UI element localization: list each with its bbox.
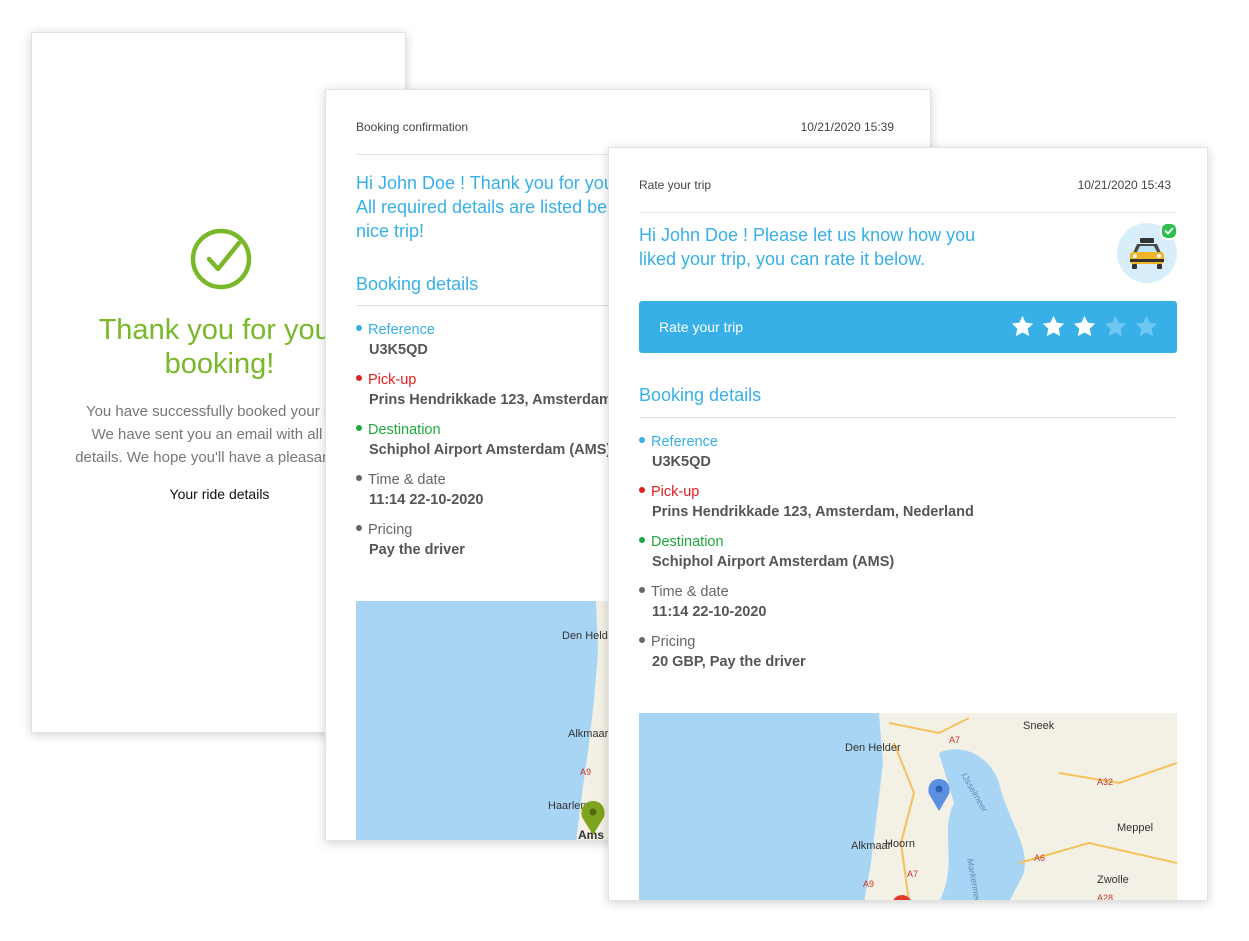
detail-value: Pay the driver <box>369 542 465 558</box>
rate-section-divider <box>639 417 1177 418</box>
detail-value: Schiphol Airport Amsterdam (AMS) <box>652 554 895 570</box>
detail-value: U3K5QD <box>369 342 428 358</box>
map-label: A32 <box>1097 777 1113 787</box>
rate-trip-card: Rate your trip 10/21/2020 15:43 Hi John … <box>608 147 1208 901</box>
confirm-detail-pricing: Pricing Pay the driver <box>356 520 465 560</box>
star-icon[interactable] <box>1072 314 1097 339</box>
rate-header-date: 10/21/2020 15:43 <box>1077 178 1171 192</box>
rate-greeting-line1: Hi John Doe ! Please let us know how you <box>639 225 976 245</box>
detail-label: Pick-up <box>651 484 700 500</box>
star-icon[interactable] <box>1103 314 1128 339</box>
confirm-header-date: 10/21/2020 15:39 <box>800 120 894 134</box>
map-label: A28 <box>1097 893 1113 901</box>
detail-value: 20 GBP, Pay the driver <box>652 654 806 670</box>
detail-value: Schiphol Airport Amsterdam (AMS) <box>369 442 612 458</box>
bullet-dot <box>639 637 645 644</box>
rate-detail-pickup: Pick-up Prins Hendrikkade 123, Amsterdam… <box>639 482 974 522</box>
rate-greeting-line2: liked your trip, you can rate it below. <box>639 249 926 269</box>
rate-detail-time: Time & date 11:14 22-10-2020 <box>639 582 767 622</box>
map-label: Alkmaar <box>568 728 609 740</box>
bullet-dot <box>639 437 645 444</box>
star-rating[interactable] <box>1010 314 1159 339</box>
map-label: Hoorn <box>885 838 915 850</box>
detail-label: Time & date <box>651 584 729 600</box>
map-label: Sneek <box>1023 720 1055 732</box>
map-label: A9 <box>580 767 591 777</box>
rate-greeting: Hi John Doe ! Please let us know how you… <box>639 223 975 271</box>
bullet-dot <box>639 537 645 544</box>
bullet-dot <box>356 375 362 382</box>
rate-header: Rate your trip 10/21/2020 15:43 <box>639 178 1177 213</box>
map-label: A6 <box>1034 853 1045 863</box>
rate-detail-destination: Destination Schiphol Airport Amsterdam (… <box>639 532 894 572</box>
bullet-dot <box>356 425 362 432</box>
rate-trip-bar: Rate your trip <box>639 301 1177 353</box>
rate-detail-reference: Reference U3K5QD <box>639 432 718 472</box>
bullet-dot <box>639 487 645 494</box>
rate-trip-label: Rate your trip <box>659 319 744 335</box>
detail-label: Time & date <box>368 472 446 488</box>
confirm-detail-destination: Destination Schiphol Airport Amsterdam (… <box>356 420 611 460</box>
rate-header-title: Rate your trip <box>639 178 712 192</box>
bullet-dot <box>639 587 645 594</box>
confirm-detail-time: Time & date 11:14 22-10-2020 <box>356 470 484 510</box>
detail-label: Destination <box>368 422 441 438</box>
bullet-dot <box>356 475 362 482</box>
detail-label: Reference <box>368 322 435 338</box>
star-icon[interactable] <box>1041 314 1066 339</box>
map-label: A9 <box>863 879 874 889</box>
confirm-section-title: Booking details <box>356 274 479 294</box>
detail-label: Reference <box>651 434 718 450</box>
detail-label: Destination <box>651 534 724 550</box>
star-icon[interactable] <box>1134 314 1159 339</box>
confirm-detail-reference: Reference U3K5QD <box>356 320 435 360</box>
detail-label: Pricing <box>368 522 413 538</box>
rate-section-title: Booking details <box>639 385 762 405</box>
check-circle-icon <box>190 228 252 290</box>
map-label: A7 <box>907 869 918 879</box>
rate-map-graphic: Sneek A7 Den Helder IJsselmeer A32 Meppe… <box>845 713 1177 901</box>
detail-value: 11:14 22-10-2020 <box>369 492 484 508</box>
rate-route-map[interactable]: Sneek A7 Den Helder IJsselmeer A32 Meppe… <box>639 713 1177 901</box>
detail-value: Prins Hendrikkade 123, Amsterdam, Nederl… <box>652 504 974 520</box>
map-label: Zwolle <box>1097 874 1129 886</box>
detail-value: 11:14 22-10-2020 <box>652 604 767 620</box>
confirm-header-title: Booking confirmation <box>356 120 469 134</box>
verified-badge-icon <box>1160 222 1178 240</box>
detail-label: Pricing <box>651 634 696 650</box>
map-label: Meppel <box>1117 822 1153 834</box>
map-label: Den Helder <box>845 742 901 754</box>
rate-detail-pricing: Pricing 20 GBP, Pay the driver <box>639 632 806 672</box>
star-icon[interactable] <box>1010 314 1035 339</box>
bullet-dot <box>356 325 362 332</box>
map-label: A7 <box>949 735 960 745</box>
bullet-dot <box>356 525 362 532</box>
detail-label: Pick-up <box>368 372 417 388</box>
detail-value: U3K5QD <box>652 454 711 470</box>
